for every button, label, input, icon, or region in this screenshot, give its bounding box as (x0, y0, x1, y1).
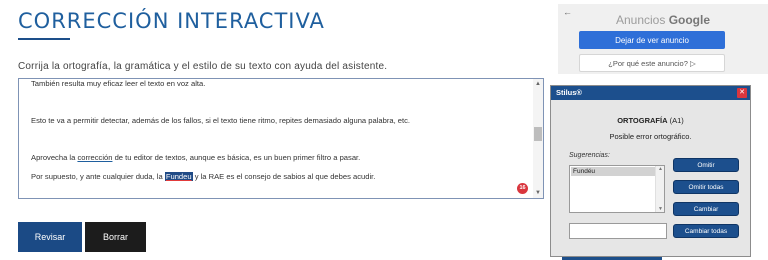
error-category-name: ORTOGRAFÍA (617, 116, 668, 125)
editor-line: Aprovecha la corrección de tu editor de … (31, 153, 360, 163)
omitir-todas-button[interactable]: Omitir todas (673, 180, 739, 194)
scroll-up-arrow-icon[interactable]: ▲ (535, 81, 541, 87)
editor-text: Aprovecha la (31, 153, 78, 162)
why-ad-button[interactable]: ¿Por qué este anuncio? ▷ (579, 54, 725, 72)
suggestions-list[interactable]: Fundéu ▲ ▼ (569, 165, 665, 213)
scroll-down-arrow-icon[interactable]: ▼ (658, 206, 663, 212)
omitir-button[interactable]: Omitir (673, 158, 739, 172)
error-count-badge[interactable]: 16 (517, 183, 528, 194)
scroll-thumb[interactable] (534, 127, 542, 141)
error-category-code: (A1) (667, 116, 684, 125)
page-subtitle: Corrija la ortografía, la gramática y el… (18, 61, 388, 72)
suggestions-label: Sugerencias: (569, 152, 610, 159)
ad-label-prefix: Anuncios (615, 13, 666, 27)
title-underline (18, 38, 70, 40)
ad-panel: ← Anuncios Google Dejar de ver anuncio ¿… (558, 4, 768, 74)
editor-line: También resulta muy eficaz leer el texto… (31, 79, 206, 88)
suggestion-item[interactable]: Fundéu (571, 167, 655, 176)
editor-text: y la RAE es el consejo de sabios al que … (192, 172, 376, 181)
editor-text: Por supuesto, y ante cualquier duda, la (31, 172, 165, 181)
replacement-input[interactable] (569, 223, 667, 239)
close-icon[interactable]: ✕ (737, 88, 747, 98)
dialog-title: Stilus® (556, 88, 582, 97)
editor-text: de tu editor de textos, aunque es básica… (112, 153, 361, 162)
error-description: Posible error ortográfico. (609, 132, 692, 141)
revisar-button[interactable]: Revisar (18, 222, 82, 252)
ad-label-brand: Google (668, 13, 711, 27)
error-category: ORTOGRAFÍA (A1) (551, 116, 750, 125)
editor-line: Por supuesto, y ante cualquier duda, la … (31, 172, 375, 182)
flagged-word-fundeu[interactable]: Fundeu (164, 172, 193, 181)
scroll-down-arrow-icon[interactable]: ▼ (535, 190, 541, 196)
scroll-up-arrow-icon[interactable]: ▲ (658, 166, 663, 172)
cambiar-button[interactable]: Cambiar (673, 202, 739, 216)
borrar-button[interactable]: Borrar (85, 222, 146, 252)
stilus-dialog: Stilus® ✕ ORTOGRAFÍA (A1) Posible error … (550, 85, 751, 257)
ad-label: Anuncios Google (558, 13, 768, 27)
suggestions-scrollbar[interactable]: ▲ ▼ (655, 166, 664, 212)
editor-scrollbar[interactable]: ▲ ▼ (533, 79, 543, 198)
stop-ad-button[interactable]: Dejar de ver anuncio (579, 31, 725, 49)
dialog-titlebar[interactable]: Stilus® ✕ (551, 86, 750, 100)
cambiar-todas-button[interactable]: Cambiar todas (673, 224, 739, 238)
flagged-word-correccion[interactable]: corrección (77, 153, 112, 162)
text-editor[interactable]: También resulta muy eficaz leer el texto… (18, 78, 544, 199)
page-title: CORRECCIÓN INTERACTIVA (18, 9, 325, 33)
editor-line: Esto te va a permitir detectar, además d… (31, 116, 411, 125)
